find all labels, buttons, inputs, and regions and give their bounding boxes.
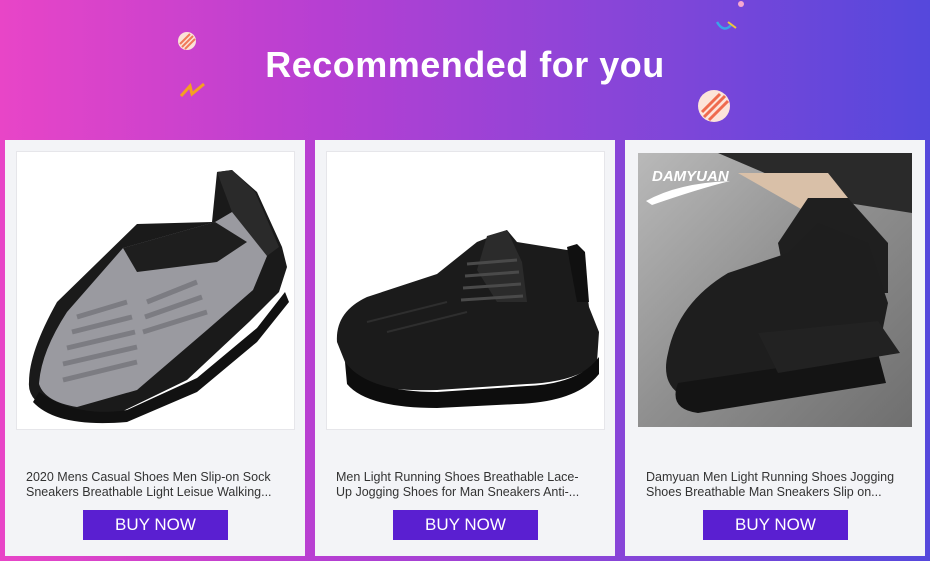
- product-name[interactable]: Men Light Running Shoes Breathable Lace-…: [336, 470, 598, 500]
- product-image[interactable]: [16, 151, 295, 430]
- product-card[interactable]: DAMYUAN Damyuan Men Light Running Shoes …: [625, 140, 925, 556]
- product-name[interactable]: Damyuan Men Light Running Shoes Jogging …: [646, 470, 908, 500]
- buy-now-button[interactable]: BUY NOW: [703, 510, 848, 540]
- product-name-line: Sneakers Breathable Light Leisue Walking…: [26, 485, 272, 499]
- product-card[interactable]: Men Light Running Shoes Breathable Lace-…: [315, 140, 615, 556]
- product-image[interactable]: [326, 151, 605, 430]
- product-grid: 2020 Mens Casual Shoes Men Slip-on Sock …: [5, 140, 925, 556]
- streamer-confetti-icon: [715, 1, 744, 30]
- product-name-line: Up Jogging Shoes for Man Sneakers Anti-.…: [336, 485, 580, 499]
- product-name-line: Damyuan Men Light Running Shoes Jogging: [646, 470, 895, 484]
- product-name-line: 2020 Mens Casual Shoes Men Slip-on Sock: [26, 470, 271, 484]
- product-name-line: Men Light Running Shoes Breathable Lace-: [336, 470, 579, 484]
- buy-now-button[interactable]: BUY NOW: [393, 510, 538, 540]
- product-name-line: Shoes Breathable Man Sneakers Slip on...: [646, 485, 882, 499]
- black-lace-up-sneaker-icon: [336, 230, 599, 408]
- buy-now-button[interactable]: BUY NOW: [83, 510, 228, 540]
- gray-slip-on-sneaker-icon: [28, 170, 289, 424]
- product-card[interactable]: 2020 Mens Casual Shoes Men Slip-on Sock …: [5, 140, 305, 556]
- candy-ball-icon: [698, 90, 730, 122]
- product-name[interactable]: 2020 Mens Casual Shoes Men Slip-on Sock …: [26, 470, 288, 500]
- black-sock-sneaker-photo-icon: DAMYUAN: [638, 153, 912, 427]
- product-image[interactable]: DAMYUAN: [638, 153, 912, 427]
- section-title: Recommended for you: [265, 44, 665, 85]
